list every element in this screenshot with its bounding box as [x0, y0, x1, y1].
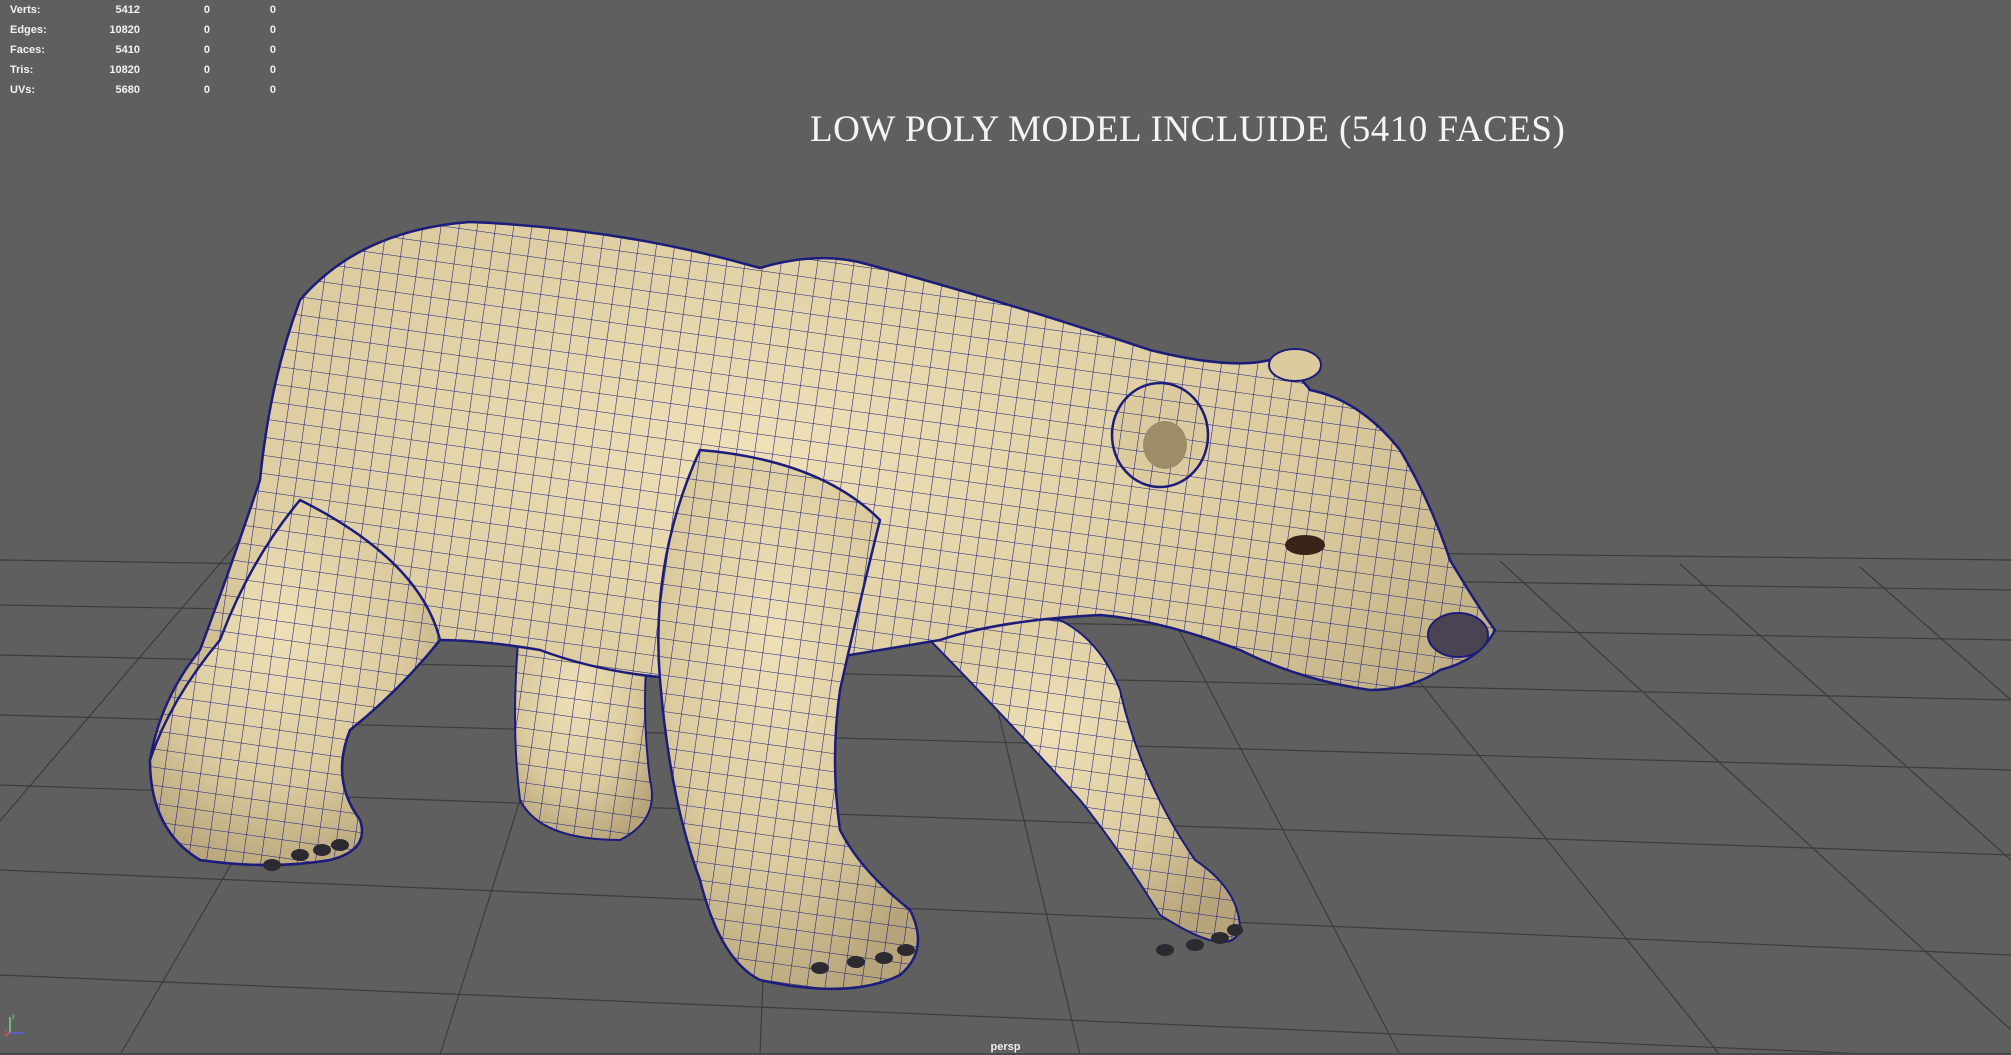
hud-value: 0	[269, 44, 276, 56]
axis-y-label: y	[12, 1014, 15, 1020]
hud-value: 10820	[109, 64, 140, 76]
hud-value: 5412	[115, 4, 140, 16]
hud-value: 5680	[115, 84, 140, 96]
hud-value: 0	[269, 84, 276, 96]
axis-x-label: x	[4, 1029, 7, 1035]
hud-label: UVs:	[10, 84, 36, 96]
axis-gizmo-icon: y x	[4, 1014, 24, 1037]
hud-value: 5410	[115, 44, 140, 56]
hud-value: 0	[203, 44, 210, 56]
hud-row-faces: Faces: 5410 0 0	[10, 40, 276, 60]
scene-render	[0, 220, 2011, 1055]
hud-value: 0	[269, 24, 276, 36]
hud-label: Tris:	[10, 64, 34, 76]
overlay-title: LOW POLY MODEL INCLUIDE (5410 FACES)	[810, 109, 1566, 150]
poly-count-hud: Verts: 5412 0 0 Edges: 10820 0 0 Faces: …	[10, 0, 276, 100]
hud-row-uvs: UVs: 5680 0 0	[10, 80, 276, 100]
hud-value: 0	[203, 24, 210, 36]
hud-row-tris: Tris: 10820 0 0	[10, 60, 276, 80]
hud-value: 0	[203, 64, 210, 76]
3d-viewport[interactable]: Verts: 5412 0 0 Edges: 10820 0 0 Faces: …	[0, 0, 2011, 1055]
hud-row-edges: Edges: 10820 0 0	[10, 20, 276, 40]
hud-label: Verts:	[10, 4, 41, 16]
hud-label: Edges:	[10, 24, 47, 36]
polar-bear-model	[148, 220, 1497, 991]
hud-value: 10820	[109, 24, 140, 36]
hud-value: 0	[269, 64, 276, 76]
hud-value: 0	[269, 4, 276, 16]
hud-row-verts: Verts: 5412 0 0	[10, 0, 276, 20]
hud-value: 0	[203, 4, 210, 16]
hud-label: Faces:	[10, 44, 45, 56]
camera-name-label: persp	[990, 1041, 1021, 1053]
hud-value: 0	[203, 84, 210, 96]
